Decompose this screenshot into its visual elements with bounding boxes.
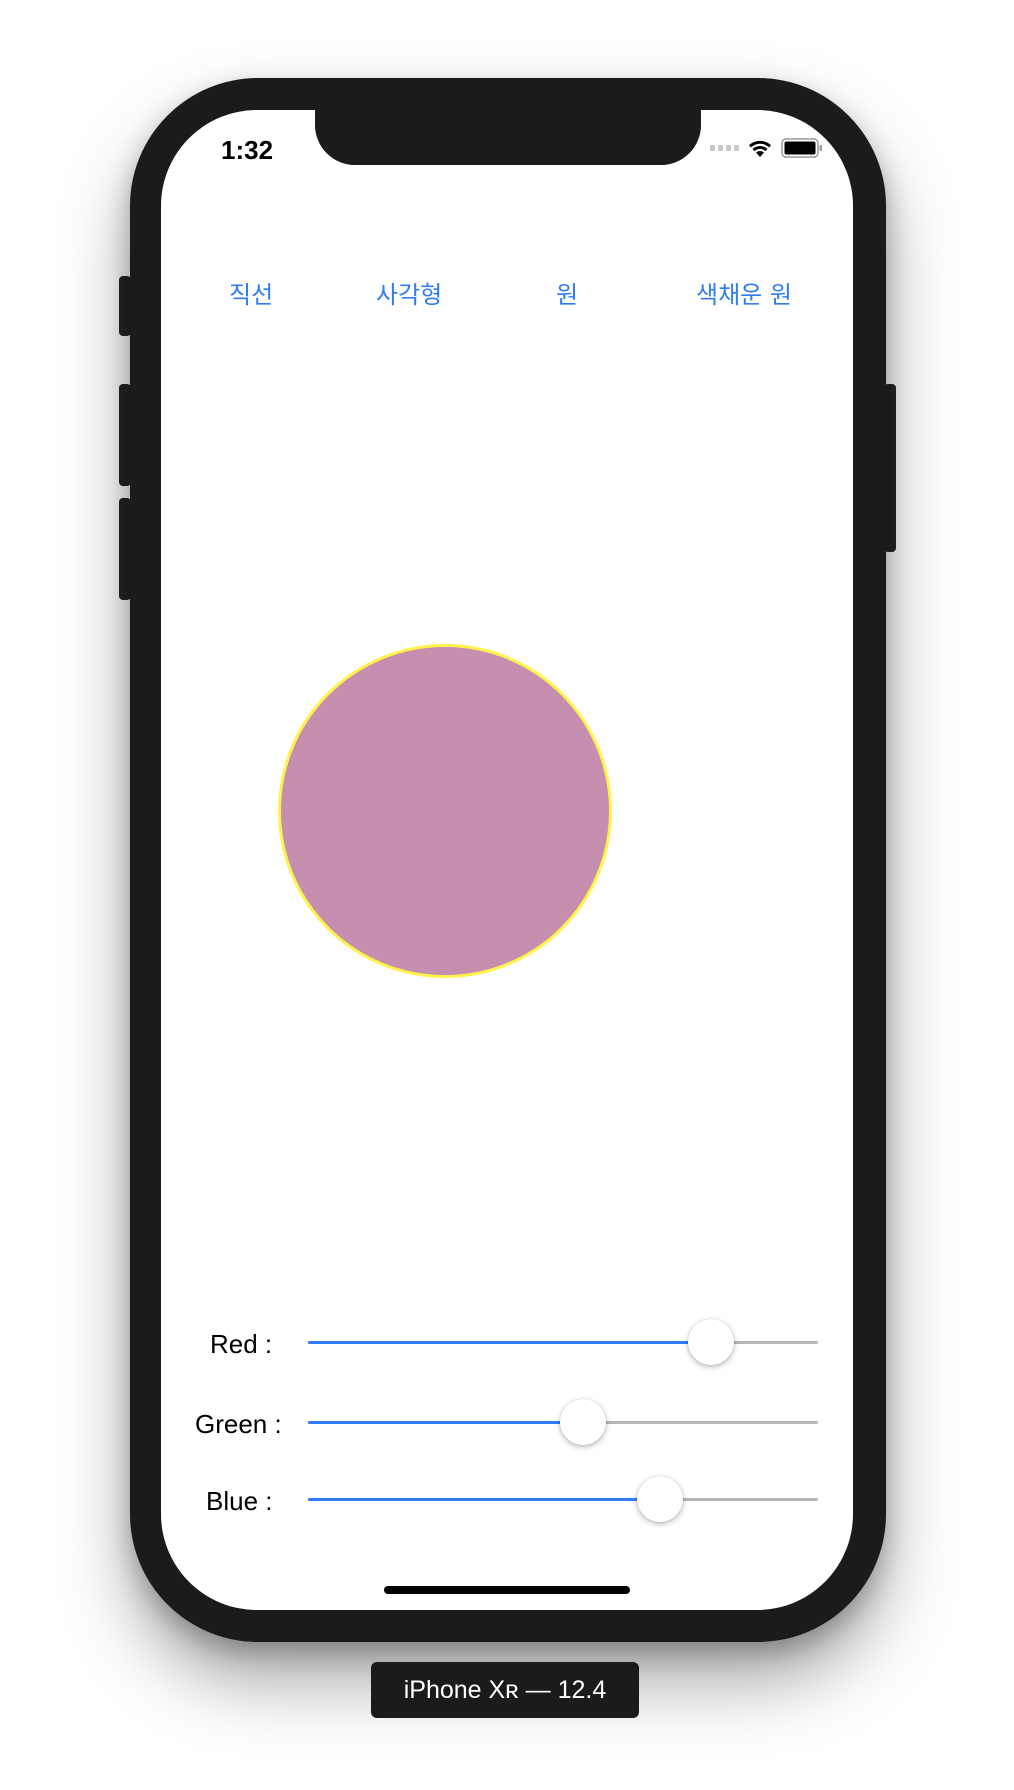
drawing-canvas[interactable] [161,340,853,1330]
filled-circle-button[interactable]: 색채운 원 [696,275,792,310]
shape-toolbar: 직선 사각형 원 색채운 원 [161,275,853,319]
device-caption: iPhone Xʀ — 12.4 [371,1662,639,1718]
rectangle-button[interactable]: 사각형 [376,275,442,310]
red-slider-thumb[interactable] [687,1319,734,1365]
notch [315,110,701,165]
blue-slider-row: Blue : [161,1474,853,1524]
device-screen: 1:32 직선 사각형 원 색채운 원 Red: Green: Blue: [161,110,853,1610]
battery-icon [781,138,823,158]
wifi-icon [747,138,773,158]
drawn-circle [278,644,612,978]
green-slider[interactable] [308,1399,818,1445]
simulator-stage: 1:32 직선 사각형 원 색채운 원 Red: Green: Blue:… [0,0,1014,1790]
blue-slider-thumb[interactable] [636,1476,683,1522]
cellular-signal-icon [710,145,739,151]
red-slider-row: Red : [161,1317,853,1367]
green-slider-thumb[interactable] [560,1399,607,1445]
red-slider-label: Red : [210,1329,273,1359]
blue-slider[interactable] [308,1476,818,1522]
circle-button[interactable]: 원 [556,275,578,310]
red-slider-fill [308,1341,711,1344]
status-icons [710,138,823,158]
red-slider[interactable] [308,1319,818,1365]
green-slider-row: Green : [161,1397,853,1447]
home-indicator[interactable] [384,1586,630,1594]
green-slider-fill [308,1421,584,1424]
green-slider-label: Green : [195,1409,282,1439]
blue-slider-fill [308,1498,660,1501]
blue-slider-label: Blue : [206,1486,273,1516]
status-time: 1:32 [221,135,274,165]
line-button[interactable]: 직선 [229,275,273,310]
